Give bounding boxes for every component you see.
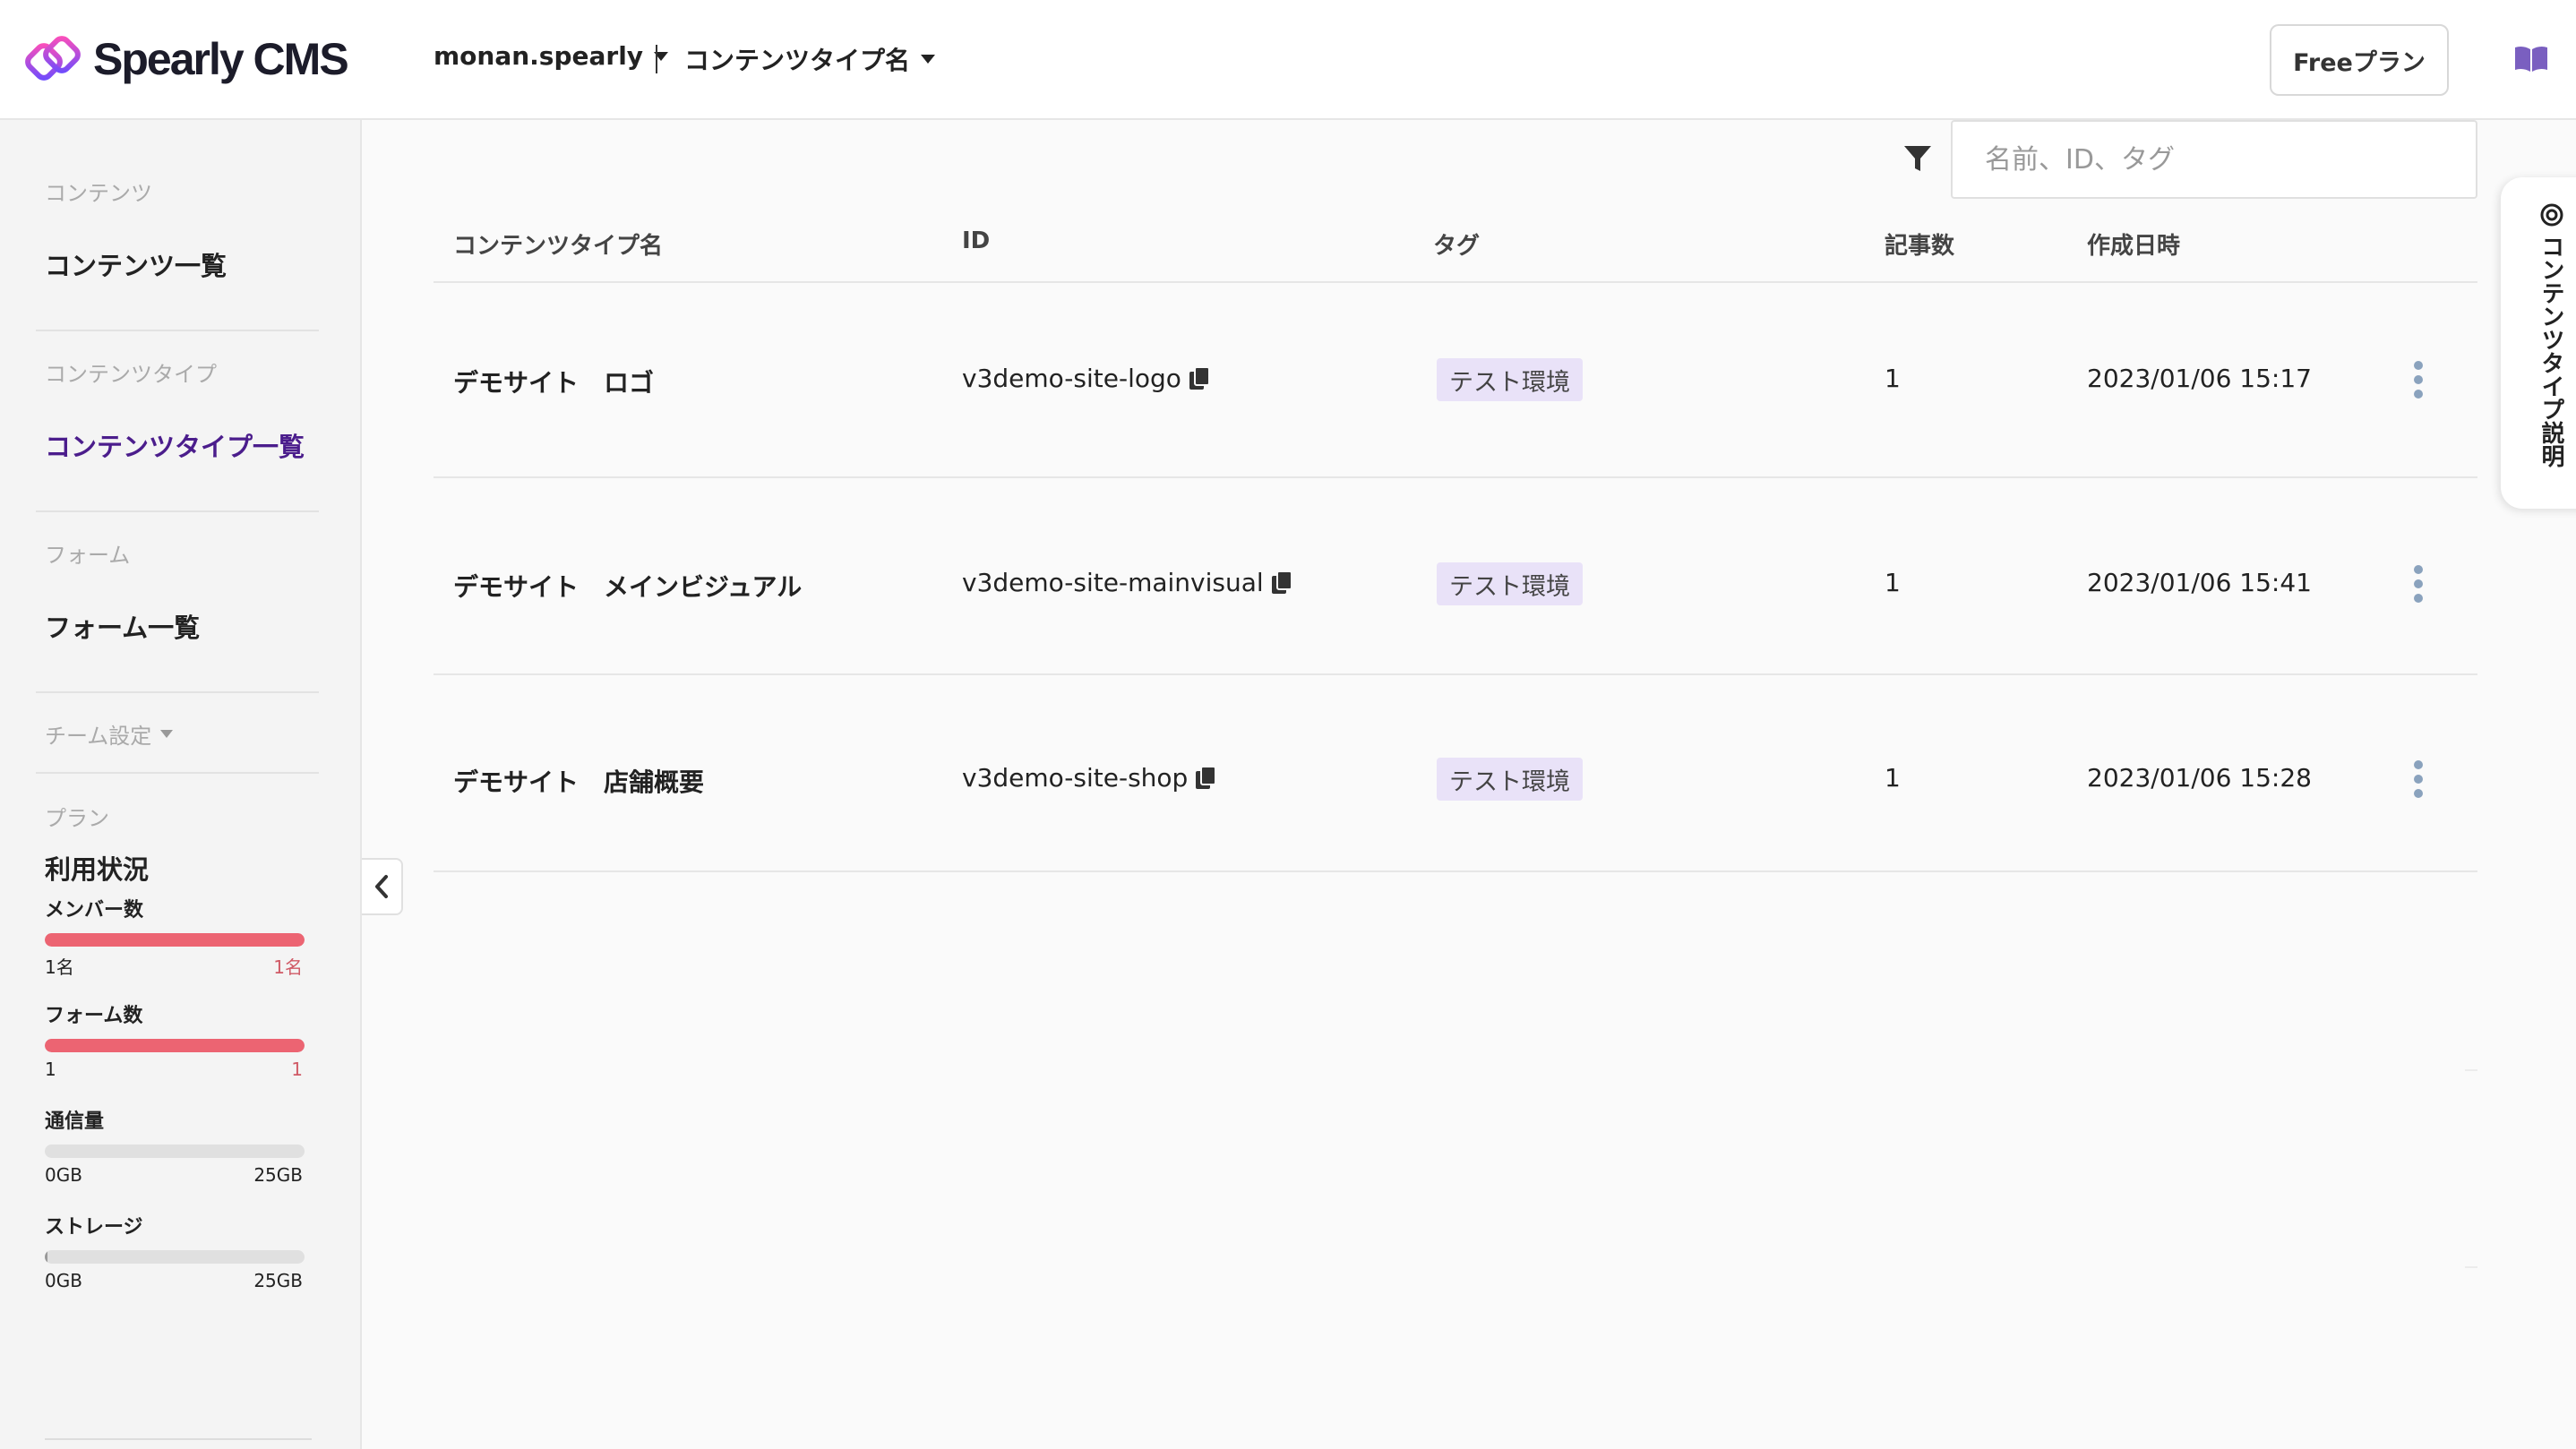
sidebar-divider	[45, 1438, 312, 1440]
divider	[2465, 1266, 2477, 1268]
filter-icon[interactable]	[1902, 143, 1933, 174]
usage-min-members: 1名	[45, 956, 74, 978]
sidebar-section-plan: プラン	[45, 806, 109, 831]
copy-icon[interactable]	[1189, 365, 1212, 391]
usage-max-traffic: 25GB	[253, 1164, 303, 1186]
sidebar-section-content-type: コンテンツタイプ	[45, 362, 217, 387]
sidebar-item-content-type-list[interactable]: コンテンツタイプ一覧	[45, 426, 305, 464]
usage-bar-traffic	[45, 1145, 305, 1158]
more-vert-icon[interactable]	[2408, 358, 2429, 401]
content-type-id-text: v3demo-site-mainvisual	[962, 568, 1264, 597]
table-row[interactable]: デモサイト ロゴ v3demo-site-logo テスト環境 1 2023/0…	[434, 283, 2477, 478]
usage-label-forms: フォーム数	[45, 1005, 143, 1027]
search-input[interactable]	[1951, 120, 2477, 199]
tag-badge: テスト環境	[1437, 358, 1583, 401]
usage-min-traffic: 0GB	[45, 1164, 82, 1186]
article-count: 1	[1885, 763, 1901, 793]
sidebar-divider	[36, 510, 319, 512]
content-type-description-tab[interactable]: コンテンツタイプ説明	[2501, 177, 2576, 509]
content-type-name[interactable]: デモサイト ロゴ	[453, 364, 654, 399]
table-row[interactable]: デモサイト メインビジュアル v3demo-site-mainvisual テス…	[434, 480, 2477, 675]
table-row[interactable]: デモサイト 店舗概要 v3demo-site-shop テスト環境 1 2023…	[434, 677, 2477, 872]
content-type-id: v3demo-site-mainvisual	[962, 568, 1294, 597]
team-selector[interactable]: monan.spearly	[434, 41, 669, 71]
usage-label-traffic: 通信量	[45, 1110, 105, 1133]
app-name: Spearly CMS	[93, 34, 349, 84]
column-header-created[interactable]: 作成日時	[2087, 227, 2180, 261]
content-type-name[interactable]: デモサイト メインビジュアル	[453, 568, 802, 604]
collapse-sidebar-button[interactable]	[362, 858, 403, 915]
usage-label-members: メンバー数	[45, 899, 144, 922]
column-header-tag[interactable]: タグ	[1433, 227, 1480, 261]
column-header-count[interactable]: 記事数	[1885, 227, 1954, 261]
spearly-logo-icon	[25, 36, 81, 81]
team-settings-label: チーム設定	[45, 724, 152, 749]
created-at: 2023/01/06 15:17	[2087, 364, 2312, 393]
column-header-id[interactable]: ID	[962, 227, 990, 254]
sidebar: コンテンツ コンテンツ一覧 コンテンツタイプ コンテンツタイプ一覧 フォーム フ…	[0, 120, 362, 1449]
usage-max-storage: 25GB	[253, 1270, 303, 1291]
content-type-selector[interactable]: コンテンツタイプ名	[684, 41, 936, 77]
sidebar-item-content-list[interactable]: コンテンツ一覧	[45, 245, 227, 283]
side-tab-label: コンテンツタイプ説明	[2537, 235, 2564, 467]
sidebar-item-team-settings[interactable]: チーム設定	[45, 718, 174, 750]
header-divider	[656, 45, 657, 73]
tag-badge: テスト環境	[1437, 562, 1583, 605]
usage-fill	[45, 1039, 305, 1052]
sidebar-divider	[36, 330, 319, 331]
sidebar-section-form: フォーム	[45, 543, 131, 568]
help-circle-icon	[2540, 203, 2563, 227]
sidebar-item-form-list[interactable]: フォーム一覧	[45, 607, 200, 645]
side-tab-content: コンテンツタイプ説明	[2535, 202, 2568, 467]
sidebar-divider	[36, 772, 319, 774]
usage-max-forms: 1	[291, 1059, 303, 1080]
usage-min-storage: 0GB	[45, 1270, 82, 1291]
app-logo[interactable]: Spearly CMS	[25, 30, 349, 88]
team-name: monan.spearly	[434, 41, 644, 71]
usage-fill	[45, 1250, 47, 1264]
content-type-id: v3demo-site-shop	[962, 763, 1218, 793]
copy-icon[interactable]	[1271, 570, 1294, 596]
created-at: 2023/01/06 15:28	[2087, 763, 2312, 793]
more-vert-icon[interactable]	[2408, 758, 2429, 801]
caret-down-icon	[160, 730, 174, 738]
sidebar-divider	[36, 691, 319, 693]
book-icon[interactable]	[2513, 45, 2549, 73]
usage-bar-storage	[45, 1250, 305, 1264]
article-count: 1	[1885, 568, 1901, 597]
usage-title: 利用状況	[45, 854, 150, 885]
table-header: コンテンツタイプ名 ID タグ 記事数 作成日時	[434, 210, 2477, 283]
content-type-selector-label: コンテンツタイプ名	[684, 46, 911, 75]
usage-min-forms: 1	[45, 1059, 56, 1080]
tag-badge: テスト環境	[1437, 758, 1583, 801]
content-type-id-text: v3demo-site-shop	[962, 763, 1189, 793]
usage-label-storage: ストレージ	[45, 1216, 143, 1239]
sidebar-section-content: コンテンツ	[45, 181, 152, 206]
divider	[2465, 1069, 2477, 1071]
content-type-id: v3demo-site-logo	[962, 364, 1212, 393]
chevron-left-icon	[375, 875, 388, 898]
caret-down-icon	[921, 55, 936, 64]
usage-bar-members	[45, 933, 305, 947]
copy-icon[interactable]	[1195, 765, 1218, 791]
top-header: Spearly CMS monan.spearly コンテンツタイプ名 Free…	[0, 0, 2576, 120]
column-header-name[interactable]: コンテンツタイプ名	[453, 227, 663, 261]
plan-button[interactable]: Freeプラン	[2270, 24, 2449, 96]
content-type-name[interactable]: デモサイト 店舗概要	[453, 763, 704, 799]
more-vert-icon[interactable]	[2408, 562, 2429, 605]
content-type-id-text: v3demo-site-logo	[962, 364, 1181, 393]
usage-max-members: 1名	[273, 956, 303, 978]
usage-bar-forms	[45, 1039, 305, 1052]
article-count: 1	[1885, 364, 1901, 393]
usage-fill	[45, 933, 305, 947]
created-at: 2023/01/06 15:41	[2087, 568, 2312, 597]
